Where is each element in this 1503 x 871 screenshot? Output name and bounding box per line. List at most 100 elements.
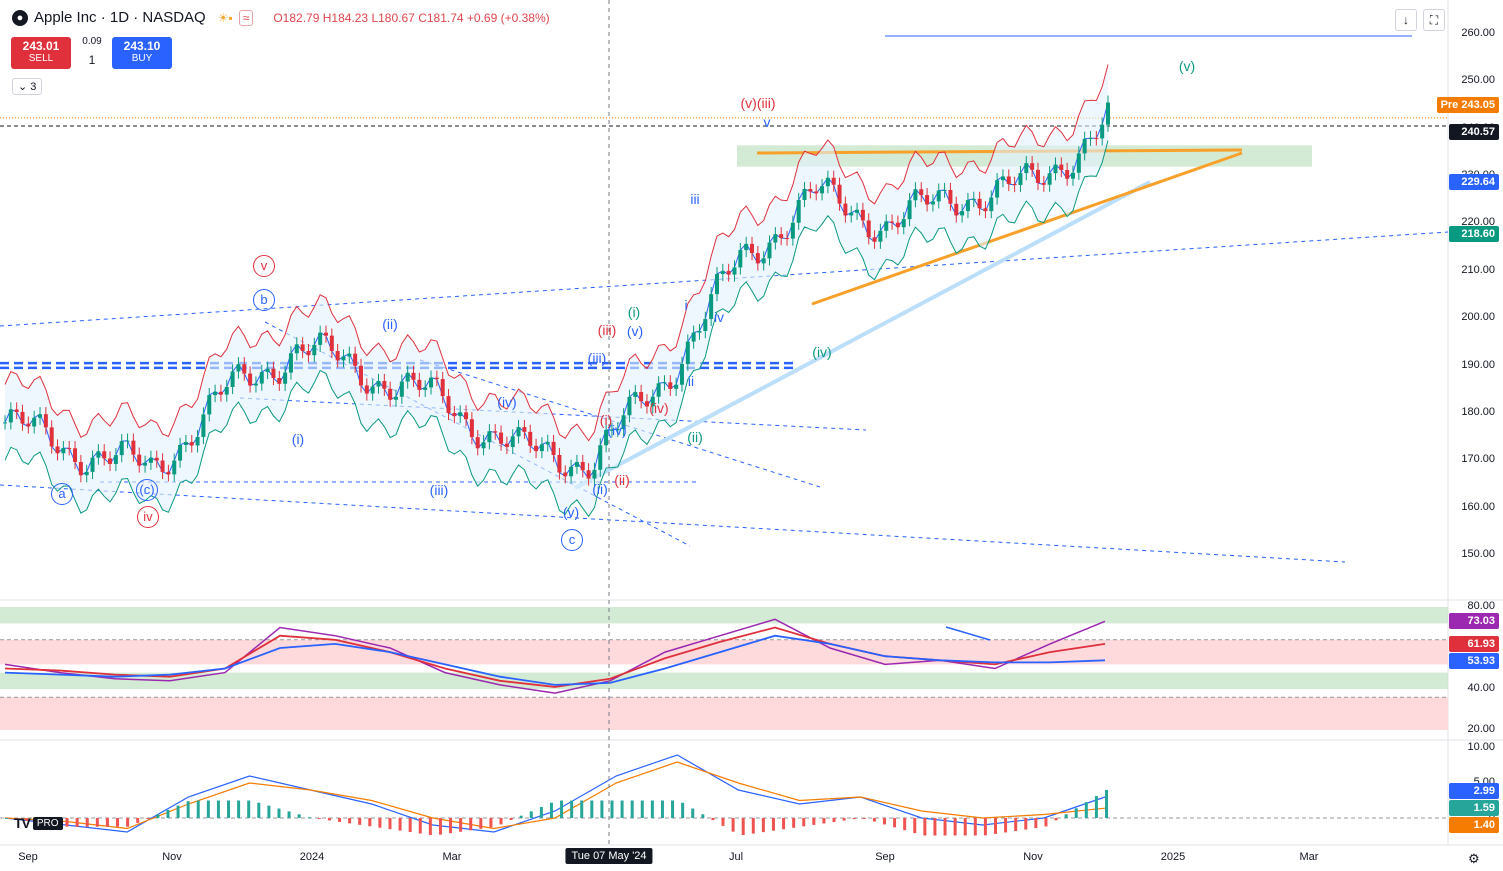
- candle-body: [84, 471, 89, 476]
- candle-body: [38, 414, 43, 418]
- chart-canvas[interactable]: [0, 0, 1503, 871]
- wave-label: (i): [291, 431, 305, 447]
- candle-body: [598, 445, 603, 470]
- candle-body: [20, 411, 25, 424]
- macd-series-1: [4, 761, 1106, 830]
- candle-body: [504, 443, 509, 447]
- candle-body: [49, 427, 54, 447]
- macd-histogram-bar: [126, 818, 130, 827]
- candle-body: [102, 451, 107, 459]
- macd-histogram-bar: [660, 800, 664, 818]
- macd-histogram-bar: [1024, 818, 1028, 830]
- macd-histogram-bar: [953, 818, 957, 836]
- download-icon[interactable]: ↓: [1395, 9, 1417, 31]
- gear-icon[interactable]: ⚙: [1468, 851, 1480, 867]
- macd-histogram-bar: [681, 802, 685, 818]
- fullscreen-icon[interactable]: ⛶: [1423, 9, 1445, 31]
- price-tick: 250.00: [1461, 74, 1495, 87]
- macd-histogram-bar: [459, 818, 463, 832]
- data-switch-icon[interactable]: ≈: [238, 9, 254, 26]
- macd-histogram-bar: [691, 808, 695, 818]
- candle-body: [61, 448, 66, 454]
- price-tag: 229.64: [1449, 174, 1499, 190]
- buy-button[interactable]: 243.10 BUY: [112, 37, 172, 69]
- candle-body: [358, 365, 363, 386]
- wave-label: (v)(iii): [740, 95, 776, 111]
- macd-histogram-bar: [983, 818, 987, 836]
- rsi-tag: 53.93: [1449, 653, 1499, 669]
- macd-histogram-bar: [327, 818, 331, 821]
- rsi-overbought-zone: [0, 607, 1448, 624]
- candle-body: [569, 466, 574, 477]
- candle-body: [814, 191, 819, 194]
- sell-button[interactable]: 243.01 SELL: [11, 37, 71, 69]
- candle-body: [166, 471, 171, 475]
- macd-histogram-bar: [65, 818, 69, 827]
- macd-histogram-bar: [903, 818, 907, 831]
- crosshair-time-label: Tue 07 May '24: [565, 848, 653, 864]
- wave-label: (iii): [587, 350, 607, 366]
- candle-body: [779, 234, 784, 239]
- candle-body: [1047, 173, 1052, 185]
- candle-body: [674, 384, 679, 389]
- macd-histogram-bar: [489, 818, 493, 828]
- candle-body: [738, 250, 743, 268]
- rsi-oversold-zone: [0, 697, 1448, 730]
- candle-body: [265, 368, 270, 373]
- macd-histogram-bar: [247, 800, 251, 818]
- wave-label: (c): [136, 479, 158, 501]
- macd-histogram-bar: [731, 818, 735, 832]
- candle-body: [668, 382, 673, 389]
- time-tick: Mar: [442, 851, 462, 863]
- candle-body: [936, 190, 941, 202]
- ohlc-values: O182.79 H184.23 L180.67 C181.74 +0.69 (+…: [273, 11, 549, 25]
- macd-histogram-bar: [832, 818, 836, 823]
- candle-body: [1076, 153, 1081, 173]
- macd-histogram-bar: [671, 800, 675, 818]
- candle-body: [143, 462, 148, 466]
- wave-label: b: [253, 289, 275, 311]
- symbol-title[interactable]: Apple Inc · 1D · NASDAQ: [34, 9, 206, 26]
- macd-histogram-bar: [418, 818, 422, 834]
- candle-body: [574, 461, 579, 467]
- rsi-divergence-line: [945, 626, 991, 641]
- macd-histogram-bar: [1105, 790, 1108, 818]
- price-tick: 170.00: [1461, 453, 1495, 466]
- macd-histogram-bar: [156, 814, 160, 818]
- candle-body: [785, 238, 790, 240]
- macd-histogram-bar: [771, 818, 775, 831]
- candle-body: [516, 427, 521, 437]
- macd-histogram-bar: [408, 818, 412, 833]
- macd-histogram-bar: [105, 818, 109, 827]
- macd-histogram-bar: [711, 818, 715, 821]
- candle-body: [679, 363, 684, 385]
- candle-body: [960, 211, 965, 216]
- candle-body: [545, 441, 550, 445]
- indicators-toggle-button[interactable]: ⌄ 3: [12, 78, 43, 95]
- quantity-value[interactable]: 1: [76, 53, 108, 67]
- macd-histogram-bar: [388, 818, 392, 830]
- macd-histogram-bar: [358, 818, 362, 825]
- macd-histogram-bar: [1094, 796, 1098, 818]
- wave-label: (ii): [687, 429, 703, 445]
- candle-body: [726, 270, 731, 275]
- macd-histogram-bar: [993, 818, 997, 834]
- candle-body: [639, 391, 644, 402]
- candle-body: [1000, 176, 1005, 181]
- candle-body: [32, 417, 37, 427]
- candle-body: [1024, 163, 1029, 174]
- wave-label: (v): [1178, 58, 1196, 74]
- macd-histogram-bar: [872, 818, 876, 822]
- macd-histogram-bar: [75, 818, 79, 827]
- macd-histogram-bar: [822, 818, 826, 824]
- candle-body: [1030, 163, 1035, 170]
- macd-histogram-bar: [267, 805, 271, 818]
- candle-body: [942, 189, 947, 191]
- candle-body: [493, 431, 498, 433]
- candle-body: [1006, 176, 1011, 185]
- macd-histogram-bar: [146, 818, 150, 819]
- candle-body: [137, 454, 142, 466]
- tradingview-logo[interactable]: TV PRO: [14, 815, 63, 831]
- candle-body: [458, 412, 463, 417]
- ohlc-open: O182.79: [273, 10, 320, 25]
